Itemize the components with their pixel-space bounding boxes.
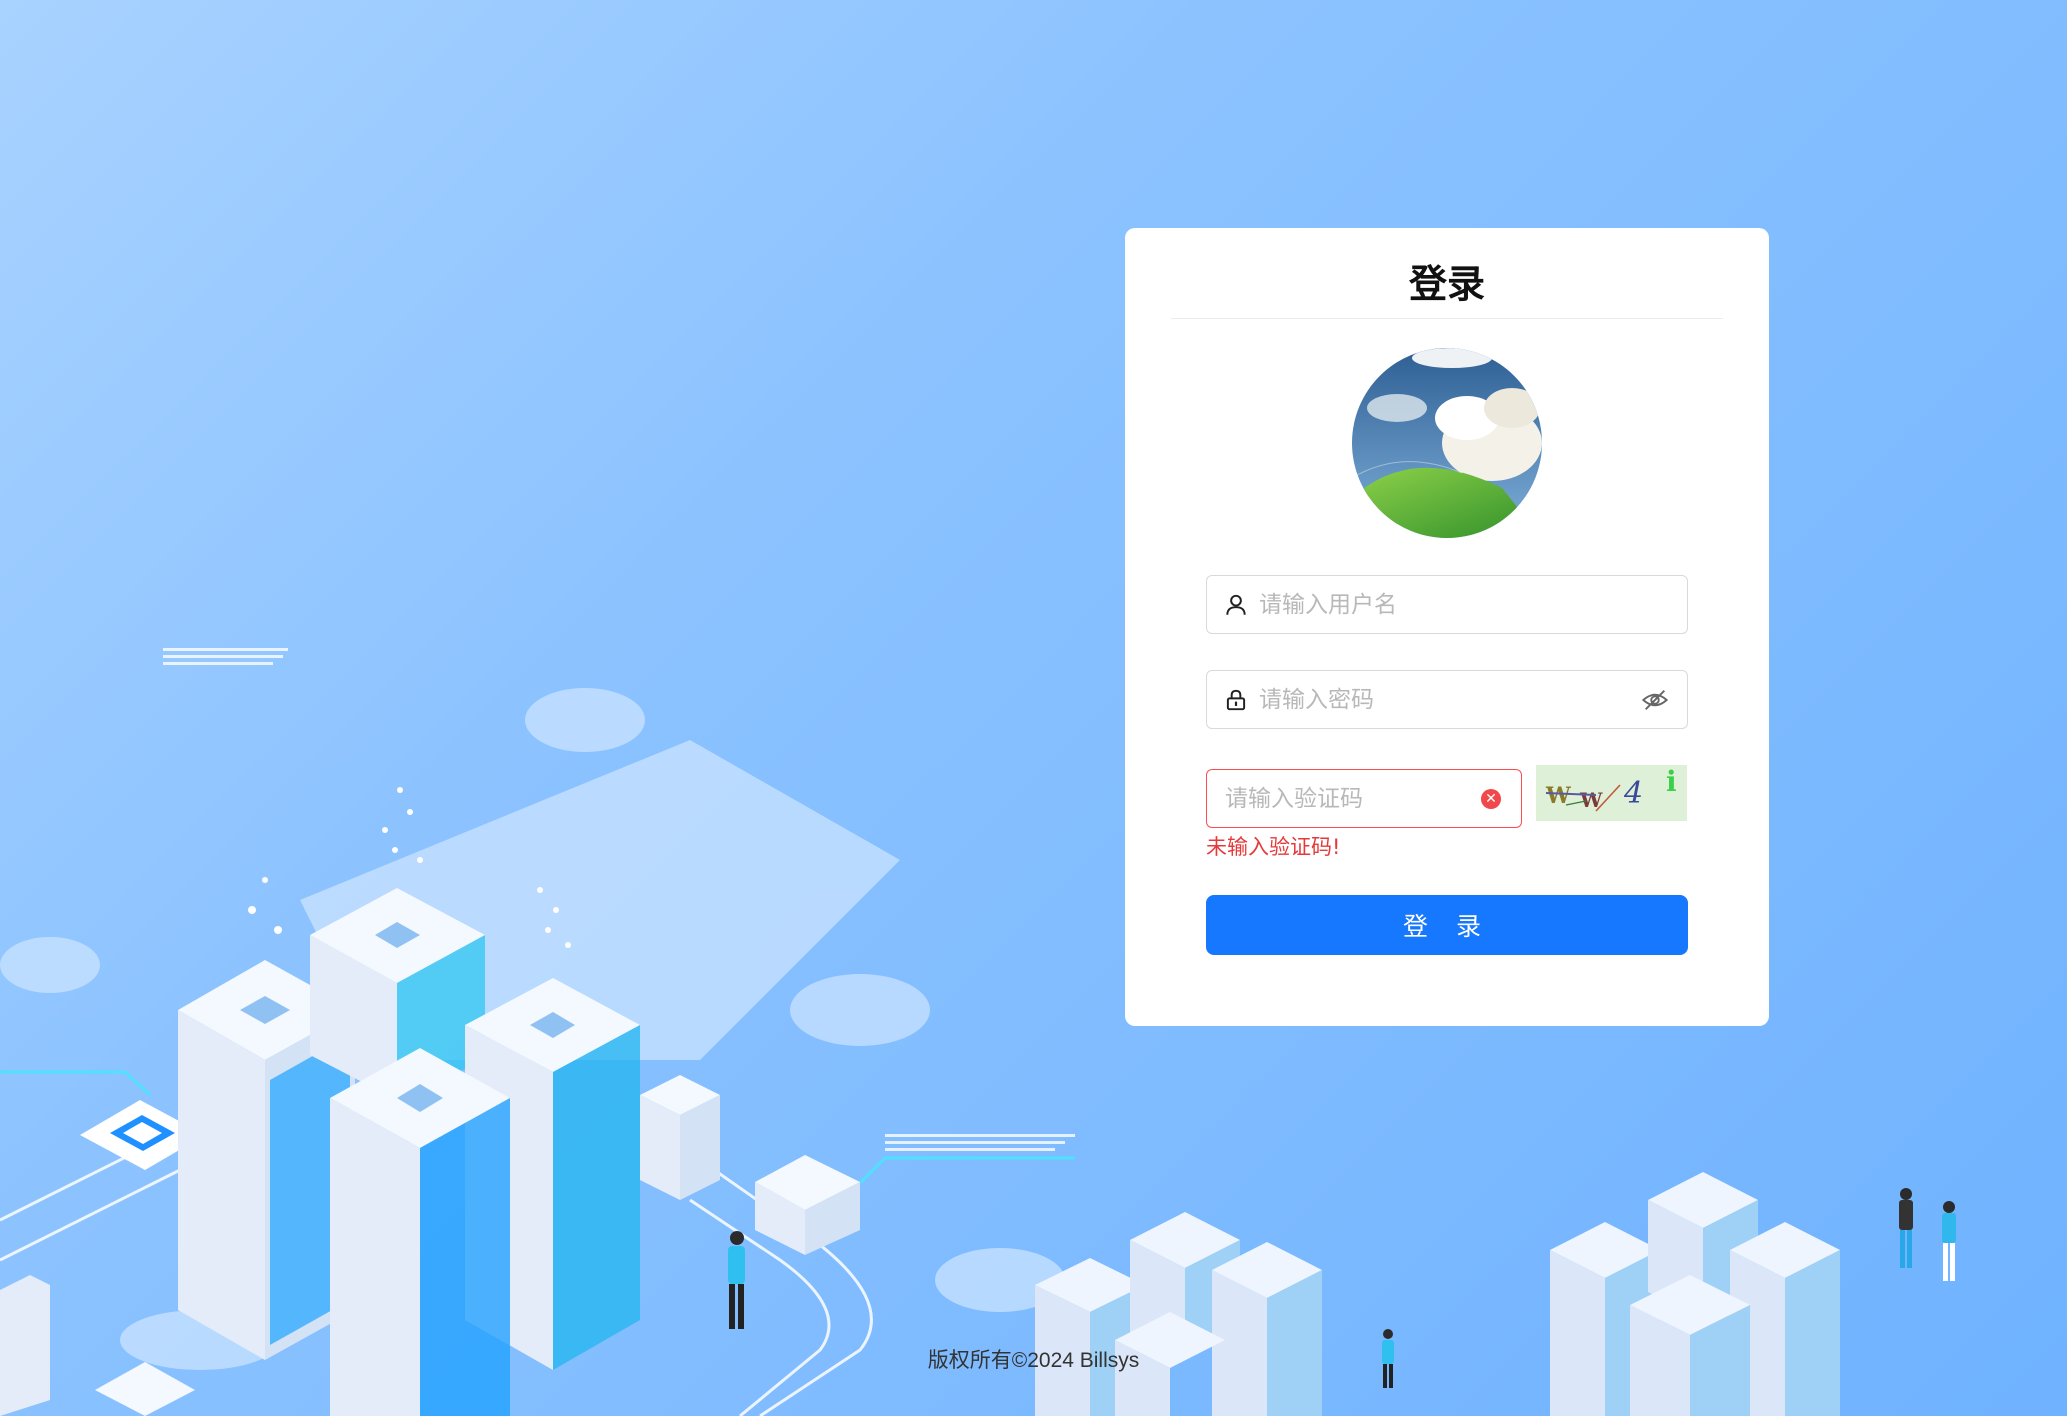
eye-off-icon[interactable]: [1641, 686, 1669, 714]
captcha-field: ✕: [1206, 769, 1522, 828]
password-field: [1206, 670, 1688, 729]
captcha-input[interactable]: [1207, 769, 1481, 828]
svg-text:i: i: [1666, 765, 1677, 798]
username-input[interactable]: [1257, 575, 1687, 634]
clear-icon[interactable]: ✕: [1481, 788, 1501, 809]
avatar: [1352, 348, 1542, 538]
captcha-image[interactable]: W W 4 i: [1536, 765, 1687, 821]
captcha-error-message: 未输入验证码!: [1206, 835, 1341, 859]
password-input[interactable]: [1257, 670, 1641, 729]
user-icon: [1226, 594, 1246, 615]
footer-copyright: 版权所有©2024 Billsys: [927, 1349, 1140, 1372]
lock-icon: [1226, 689, 1246, 710]
svg-text:4: 4: [1623, 776, 1643, 811]
login-card: 登录 请输入用户名 请输入验证码 ✕ W W 4 i 未输入验证码! 登 录: [1125, 228, 1769, 1026]
login-button[interactable]: 登 录: [1206, 895, 1688, 955]
login-title: 登录: [1171, 250, 1723, 319]
username-field: [1206, 575, 1688, 634]
